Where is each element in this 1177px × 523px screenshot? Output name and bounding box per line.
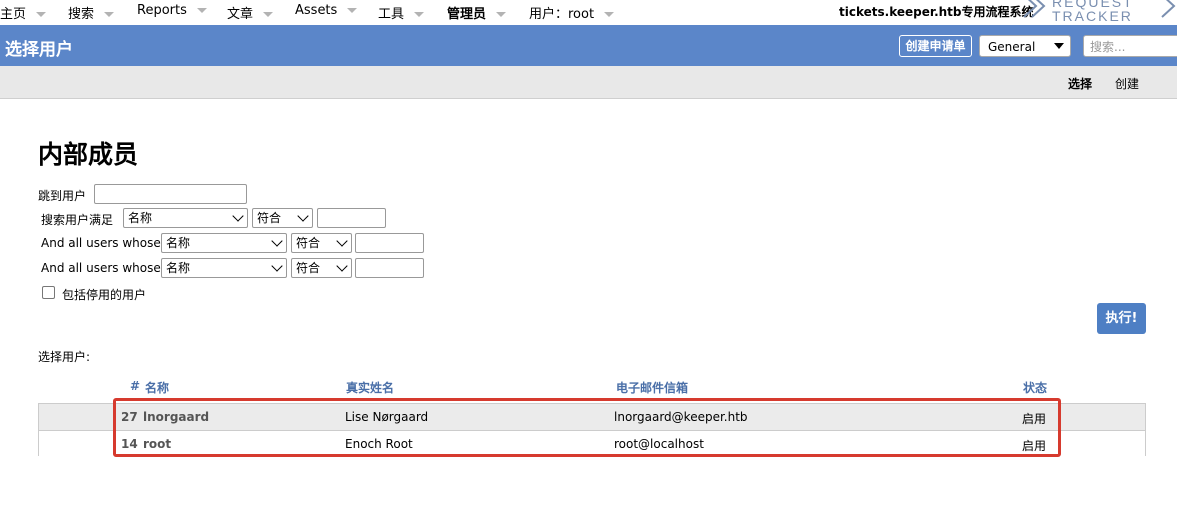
menu-reports-label: Reports: [137, 3, 187, 18]
chevron-down-icon: [414, 12, 425, 17]
menu-tools[interactable]: 工具: [378, 3, 425, 22]
criteria-field-select-2[interactable]: 名称: [161, 233, 287, 253]
criteria-label-1: 搜索用户满足: [41, 213, 114, 227]
request-tracker-logo: REQUEST TRACKER: [1023, 0, 1176, 24]
criteria-op-value: 符合: [296, 261, 321, 275]
criteria-op-select-2[interactable]: 符合: [291, 233, 352, 253]
criteria-op-select-1[interactable]: 符合: [252, 208, 313, 228]
column-header-status[interactable]: 状态: [1023, 379, 1047, 396]
criteria-field-value: 名称: [128, 211, 153, 225]
queue-select-value: General: [988, 40, 1036, 54]
chevron-down-icon: [271, 260, 283, 272]
menu-articles-label: 文章: [227, 7, 254, 22]
page-title: 选择用户: [5, 40, 73, 60]
menu-assets-label: Assets: [295, 3, 338, 18]
criteria-field-select-1[interactable]: 名称: [123, 208, 248, 228]
chevron-down-icon: [1054, 43, 1064, 49]
criteria-op-select-3[interactable]: 符合: [291, 258, 352, 278]
menu-home[interactable]: 主页: [0, 3, 47, 22]
menu-assets[interactable]: Assets: [295, 3, 358, 18]
chevron-down-icon: [604, 12, 615, 17]
site-name: tickets.keeper.htb专用流程系统: [839, 5, 1034, 19]
create-ticket-button[interactable]: 创建申请单: [899, 35, 972, 57]
top-menu: 主页 搜索 Reports 文章 Assets 工具 管理员 用户：root t…: [0, 0, 1177, 25]
content-heading: 内部成员: [38, 140, 139, 169]
criteria-value-input-3[interactable]: [355, 258, 424, 278]
jump-to-user-label: 跳到用户: [38, 189, 87, 203]
chevron-down-icon: [297, 210, 309, 222]
menu-articles[interactable]: 文章: [227, 3, 274, 22]
chevron-down-icon: [271, 235, 283, 247]
queue-select[interactable]: General: [979, 35, 1071, 57]
criteria-op-value: 符合: [296, 236, 321, 250]
page-menu-create[interactable]: 创建: [1115, 75, 1139, 92]
select-user-label: 选择用户:: [38, 350, 91, 364]
column-header-id[interactable]: #: [130, 379, 140, 393]
menu-search-label: 搜索: [68, 7, 95, 22]
logo-text-line2: TRACKER: [1052, 8, 1133, 24]
search-input[interactable]: 搜索...: [1083, 35, 1177, 57]
menu-user[interactable]: 用户：root: [529, 3, 615, 22]
chevron-down-icon: [263, 12, 274, 17]
chevron-down-icon: [36, 12, 47, 17]
page-menu-select[interactable]: 选择: [1068, 75, 1092, 92]
column-header-email[interactable]: 电子邮件信箱: [616, 379, 688, 396]
chevron-down-icon: [496, 12, 507, 17]
include-disabled-label: 包括停用的用户: [62, 288, 147, 302]
menu-tools-label: 工具: [378, 7, 405, 22]
highlight-box: [113, 398, 1061, 457]
chevron-down-icon: [347, 8, 358, 13]
criteria-field-value: 名称: [166, 261, 191, 275]
page-menu: 选择 创建: [0, 66, 1177, 99]
column-header-name[interactable]: 名称: [145, 379, 169, 396]
menu-user-label: 用户：root: [529, 7, 595, 22]
menu-reports[interactable]: Reports: [137, 3, 207, 18]
menu-admin-label: 管理员: [447, 7, 487, 22]
jump-to-user-input[interactable]: [94, 184, 247, 204]
criteria-op-value: 符合: [257, 211, 282, 225]
chevron-down-icon: [232, 210, 244, 222]
chevron-down-icon: [336, 235, 348, 247]
go-button[interactable]: 执行!: [1097, 303, 1146, 334]
chevron-down-icon: [196, 8, 207, 13]
column-header-real-name[interactable]: 真实姓名: [346, 379, 394, 396]
criteria-label-3: And all users whose: [41, 261, 161, 275]
header-bar: 选择用户 创建申请单 General 搜索...: [0, 25, 1177, 66]
chevron-down-icon: [336, 260, 348, 272]
menu-search[interactable]: 搜索: [68, 3, 115, 22]
criteria-value-input-1[interactable]: [317, 208, 386, 228]
criteria-value-input-2[interactable]: [355, 233, 424, 253]
criteria-label-2: And all users whose: [41, 236, 161, 250]
chevron-down-icon: [104, 12, 115, 17]
include-disabled-checkbox[interactable]: [42, 286, 55, 299]
menu-admin[interactable]: 管理员: [447, 3, 507, 22]
criteria-field-value: 名称: [166, 236, 191, 250]
criteria-field-select-3[interactable]: 名称: [161, 258, 287, 278]
menu-home-label: 主页: [0, 7, 27, 22]
